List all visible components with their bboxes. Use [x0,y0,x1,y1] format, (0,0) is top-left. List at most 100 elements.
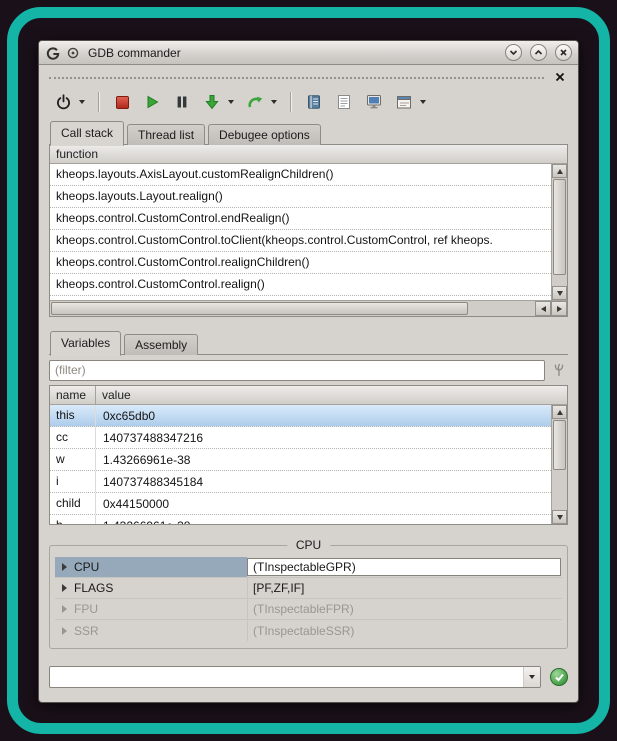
horizontal-scrollbar[interactable] [50,300,567,316]
dock-close-button[interactable] [552,69,568,85]
gdb-command-combobox[interactable] [49,666,541,688]
cpu-register-name: CPU [74,560,99,574]
list-icon [337,94,351,110]
cpu-register-value[interactable]: (TInspectableSSR) [247,620,562,641]
variables-body: this 0xc65db0 cc 140737488347216 w 1.432… [50,405,567,524]
callstack-row[interactable]: kheops.layouts.Layout.realign() [50,186,551,208]
scroll-left-button[interactable] [535,301,551,316]
show-cpu-button[interactable] [362,90,386,114]
cpu-register-row[interactable]: FPU (TInspectableFPR) [55,599,562,620]
minimize-button[interactable] [505,44,522,61]
callstack-table-header[interactable]: function [50,145,567,164]
variable-row[interactable]: this 0xc65db0 [50,405,551,427]
chevron-down-icon [228,100,234,104]
callstack-row[interactable]: kheops.control.CustomControl.realignChil… [50,252,551,274]
step-into-group [200,90,237,114]
cpu-register-row[interactable]: CPU (TInspectableGPR) [55,557,562,578]
callstack-row[interactable]: kheops.control.CustomControl.realign() [50,274,551,296]
chevron-right-icon[interactable] [62,605,67,613]
variable-row[interactable]: i 140737488345184 [50,471,551,493]
close-button[interactable] [555,44,572,61]
chevron-right-icon[interactable] [62,563,67,571]
pause-button[interactable] [170,90,194,114]
cpu-register-row[interactable]: FLAGS [PF,ZF,IF] [55,578,562,599]
cpu-register-tree: CPU (TInspectableGPR) FLAGS [PF,ZF,IF] F… [55,557,562,641]
step-into-button[interactable] [200,90,224,114]
scrollbar-handle[interactable] [553,179,566,275]
cpu-register-name-cell[interactable]: FPU [55,599,247,619]
arrow-up-icon [557,410,563,415]
variables-column-value[interactable]: value [96,386,567,404]
window-menu-icon[interactable] [66,46,80,60]
power-dropdown-button[interactable] [76,90,88,114]
callstack-row[interactable]: kheops.control.CustomControl.toClient(kh… [50,230,551,252]
chevron-right-icon[interactable] [62,584,67,592]
scrollbar-handle[interactable] [553,420,566,470]
cpu-register-row[interactable]: SSR (TInspectableSSR) [55,620,562,641]
check-icon [554,672,565,683]
tab[interactable]: Debugee options [208,124,321,145]
app-icon[interactable] [45,45,61,61]
scrollbar-track[interactable] [552,178,567,286]
continue-button[interactable] [140,90,164,114]
cpu-register-name: FLAGS [74,581,113,595]
stop-button[interactable] [110,90,134,114]
close-icon [555,72,565,82]
scrollbar-track[interactable] [50,301,535,316]
dock-grip-handle[interactable] [49,77,544,79]
scroll-down-button[interactable] [552,286,567,300]
vertical-scrollbar[interactable] [551,164,567,300]
gdb-command-input[interactable] [50,667,523,687]
show-memory-button[interactable] [392,90,416,114]
gdb-commander-window: GDB commander [38,40,579,703]
scroll-up-button[interactable] [552,405,567,419]
vertical-scrollbar[interactable] [551,405,567,524]
maximize-button[interactable] [530,44,547,61]
power-button[interactable] [51,90,75,114]
scroll-right-button[interactable] [551,301,567,316]
tab[interactable]: Assembly [124,334,198,355]
chevron-down-icon [420,100,426,104]
callstack-row[interactable]: kheops.control.CustomControl.endRealign(… [50,208,551,230]
cpu-register-value[interactable]: [PF,ZF,IF] [247,578,562,598]
variable-row[interactable]: b 1.43266961e-38 [50,515,551,524]
variable-value: 0x44150000 [96,497,551,511]
combo-dropdown-button[interactable] [523,667,540,687]
tab[interactable]: Variables [50,331,121,356]
variable-value: 0xc65db0 [96,409,551,423]
variable-row[interactable]: w 1.43266961e-38 [50,449,551,471]
show-log-button[interactable] [302,90,326,114]
client-area: Call stackThread listDebugee options fun… [39,65,578,702]
filter-options-button[interactable] [550,361,568,379]
step-over-button[interactable] [243,90,267,114]
callstack-row[interactable]: kheops.layouts.AxisLayout.customRealignC… [50,164,551,186]
variable-name: i [50,471,96,492]
chevron-right-icon[interactable] [62,627,67,635]
cpu-register-value[interactable]: (TInspectableGPR) [247,558,561,576]
show-memory-dropdown-button[interactable] [417,90,429,114]
send-command-button[interactable] [550,668,568,686]
scroll-up-button[interactable] [552,164,567,178]
variable-row[interactable]: cc 140737488347216 [50,427,551,449]
tab[interactable]: Call stack [50,121,124,146]
step-over-dropdown-button[interactable] [268,90,280,114]
cpu-register-value[interactable]: (TInspectableFPR) [247,599,562,619]
callstack-column-function: function [50,147,104,161]
cpu-register-name-cell[interactable]: CPU [55,557,247,577]
cpu-register-name-cell[interactable]: FLAGS [55,578,247,598]
show-output-button[interactable] [332,90,356,114]
titlebar[interactable]: GDB commander [39,41,578,65]
variables-column-name[interactable]: name [50,386,96,404]
scrollbar-handle[interactable] [51,302,468,315]
scrollbar-track[interactable] [552,419,567,510]
cpu-register-name-cell[interactable]: SSR [55,620,247,641]
scroll-down-button[interactable] [552,510,567,524]
filter-input[interactable] [49,360,545,381]
variable-name: cc [50,427,96,448]
variable-row[interactable]: child 0x44150000 [50,493,551,515]
tab[interactable]: Thread list [127,124,205,145]
step-into-dropdown-button[interactable] [225,90,237,114]
toolbar-separator [98,92,100,112]
callstack-rows: kheops.layouts.AxisLayout.customRealignC… [50,164,551,300]
pause-icon [175,95,189,109]
